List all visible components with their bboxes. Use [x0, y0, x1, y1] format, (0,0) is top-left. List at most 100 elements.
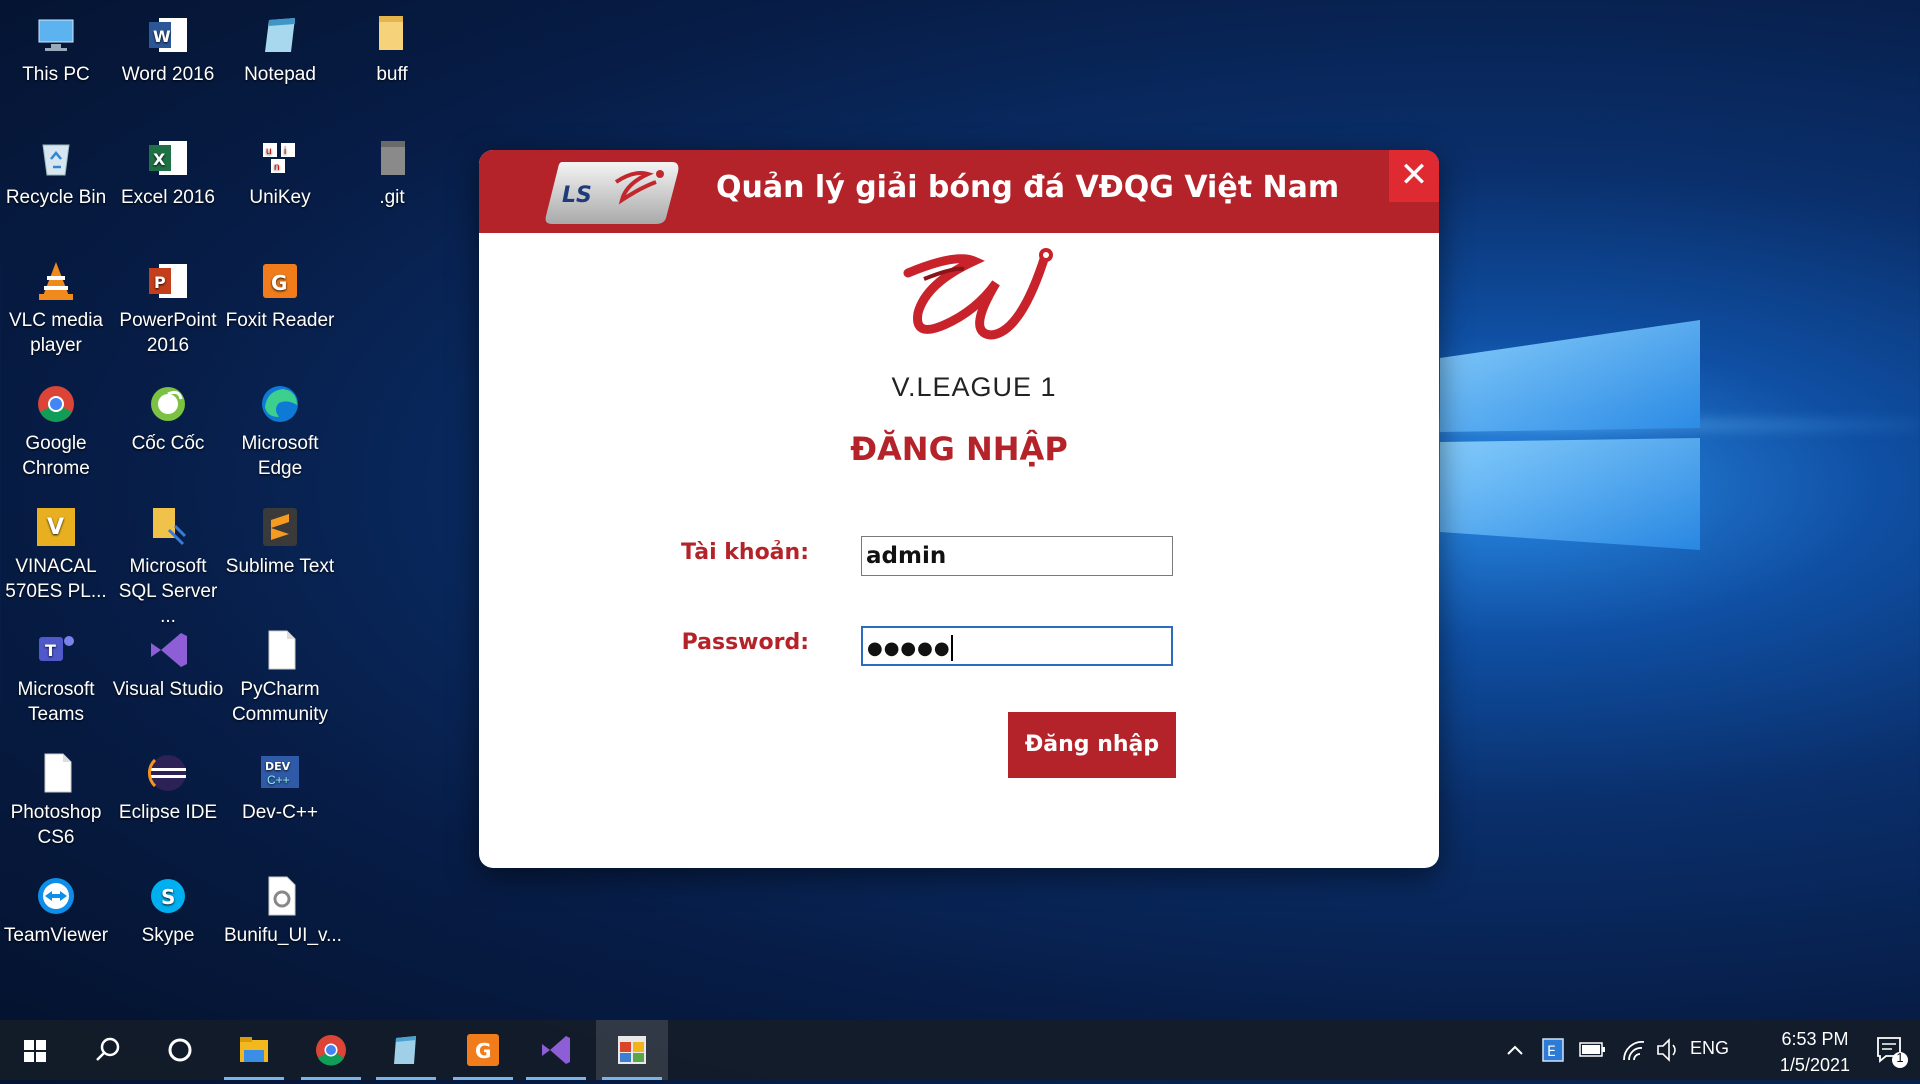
taskbar: G E ENG 6:53 PM 1/5/2021 1	[0, 1020, 1920, 1080]
desktop-icon-dev-c[interactable]: DEV C++ Dev-C++	[224, 740, 336, 825]
file-icon	[33, 750, 79, 796]
desktop-icon-notepad[interactable]: Notepad	[224, 2, 336, 87]
desktop-icon-label: TeamViewer	[3, 925, 109, 946]
close-button[interactable]: ✕	[1389, 150, 1439, 202]
text-caret	[950, 634, 953, 661]
start-button[interactable]	[0, 1020, 72, 1080]
desktop-icon-microsoft-teams[interactable]: T Microsoft Teams	[0, 617, 112, 727]
volume-icon[interactable]	[1652, 1020, 1684, 1080]
login-button[interactable]: Đăng nhập	[1008, 712, 1176, 778]
desktop-icon-label: Photoshop CS6	[10, 802, 102, 848]
desktop-icon-google-chrome[interactable]: Google Chrome	[0, 371, 112, 481]
cortana-button[interactable]	[144, 1020, 216, 1080]
word-icon: W	[145, 12, 191, 58]
windows-start-icon	[24, 1040, 46, 1062]
dialog-title: Quản lý giải bóng đá VĐQG Việt Nam	[716, 170, 1340, 205]
desktop-icon-microsoft-edge[interactable]: Microsoft Edge	[224, 371, 336, 481]
desktop-icon-microsoft-sql-server[interactable]: Microsoft SQL Server ...	[112, 494, 224, 629]
desktop-icon-buff[interactable]: buff	[336, 2, 448, 87]
desktop-icon-label: Microsoft Teams	[17, 679, 95, 725]
desktop-icon-label: UniKey	[249, 187, 311, 208]
desktop-icon-word-2016[interactable]: W Word 2016	[112, 2, 224, 87]
clock-date: 1/5/2021	[1779, 1055, 1850, 1075]
svg-text:S: S	[161, 885, 175, 909]
username-value: admin	[866, 543, 947, 569]
desktop-icon-vinacal-570es-pl[interactable]: V VINACAL 570ES PL...	[0, 494, 112, 604]
notepad-icon	[394, 1036, 416, 1064]
svg-text:DEV: DEV	[265, 760, 291, 773]
desktop-icon-unikey[interactable]: u i n UniKey	[224, 125, 336, 210]
sql-server-icon	[145, 504, 191, 550]
settings-file-icon	[257, 873, 303, 919]
git-folder-icon	[369, 135, 415, 181]
desktop-icon-teamviewer[interactable]: TeamViewer	[0, 863, 112, 948]
file-explorer-icon	[240, 1037, 268, 1062]
desktop-icon-visual-studio[interactable]: Visual Studio	[112, 617, 224, 702]
eclipse-icon	[145, 750, 191, 796]
notification-icon	[1877, 1037, 1908, 1068]
taskbar-running-app[interactable]	[596, 1020, 668, 1080]
desktop-icon-skype[interactable]: S Skype	[112, 863, 224, 948]
unikey-tray-icon[interactable]: E	[1538, 1020, 1568, 1080]
windows-logo-wallpaper	[1430, 320, 1700, 550]
svg-text:C++: C++	[267, 773, 290, 787]
powerpoint-icon: P	[145, 258, 191, 304]
language-indicator[interactable]: ENG	[1690, 1038, 1729, 1059]
desktop-icon-label: Cốc Cốc	[131, 433, 205, 454]
desktop-icon-eclipse-ide[interactable]: Eclipse IDE	[112, 740, 224, 825]
desktop-icon-sublime-text[interactable]: Sublime Text	[224, 494, 336, 579]
skype-icon: S	[145, 873, 191, 919]
taskbar-visual-studio[interactable]	[520, 1020, 592, 1080]
taskbar-chrome[interactable]	[295, 1020, 367, 1080]
desktop-icon-foxit-reader[interactable]: G Foxit Reader	[224, 248, 336, 333]
desktop-icon-powerpoint-2016[interactable]: P PowerPoint 2016	[112, 248, 224, 358]
desktop-icon-label: buff	[376, 64, 408, 85]
desktop-icon-c-c-c-c[interactable]: Cốc Cốc	[112, 371, 224, 456]
edge-icon	[257, 381, 303, 427]
svg-text:T: T	[45, 641, 56, 660]
desktop-icon-label: Sublime Text	[225, 556, 335, 577]
battery-icon[interactable]	[1576, 1020, 1610, 1080]
vinacal-icon: V	[33, 504, 79, 550]
svg-text:E: E	[1547, 1044, 1556, 1060]
svg-text:LS: LS	[562, 183, 592, 208]
chevron-up-icon[interactable]	[1500, 1020, 1530, 1080]
desktop-icon-label: Recycle Bin	[5, 187, 107, 208]
chrome-icon	[316, 1035, 346, 1066]
wifi-icon[interactable]	[1618, 1020, 1650, 1080]
folder-icon	[369, 12, 415, 58]
foxit-icon: G	[257, 258, 303, 304]
desktop-icon-bunifu-ui-v[interactable]: Bunifu_UI_v...	[224, 863, 342, 948]
desktop-icon-this-pc[interactable]: This PC	[0, 2, 112, 87]
action-center-button[interactable]: 1	[1858, 1020, 1920, 1080]
desktop-icon-label: .git	[379, 187, 405, 208]
chrome-icon	[33, 381, 79, 427]
password-input[interactable]: ●●●●●	[861, 626, 1173, 666]
cortana-circle-icon	[168, 1038, 192, 1062]
devcpp-icon: DEV C++	[257, 750, 303, 796]
recycle-bin-icon	[33, 135, 79, 181]
sublime-icon	[257, 504, 303, 550]
clock[interactable]: 6:53 PM 1/5/2021	[1780, 1026, 1850, 1078]
svg-text:G: G	[475, 1039, 491, 1063]
username-input[interactable]: admin	[861, 536, 1173, 576]
desktop-icon-label: Bunifu_UI_v...	[224, 925, 342, 946]
taskbar-file-explorer[interactable]	[218, 1020, 290, 1080]
password-label: Password:	[681, 630, 809, 655]
taskbar-notepad[interactable]	[370, 1020, 442, 1080]
desktop-icon-label: Foxit Reader	[225, 310, 335, 331]
desktop-icon-label: Dev-C++	[241, 802, 319, 823]
desktop-icon-recycle-bin[interactable]: Recycle Bin	[0, 125, 112, 210]
svg-text:G: G	[271, 271, 287, 295]
desktop-icon-photoshop-cs6[interactable]: Photoshop CS6	[0, 740, 112, 850]
desktop-icon-git[interactable]: .git	[336, 125, 448, 210]
excel-icon: X	[145, 135, 191, 181]
svg-text:i: i	[284, 146, 286, 157]
desktop-icon-vlc-media-player[interactable]: VLC media player	[0, 248, 112, 358]
desktop-icon-label: Word 2016	[121, 64, 215, 85]
desktop-icon-pycharm-community[interactable]: PyCharm Community	[224, 617, 336, 727]
search-button[interactable]	[72, 1020, 144, 1080]
desktop-icon-excel-2016[interactable]: X Excel 2016	[112, 125, 224, 210]
taskbar-foxit[interactable]: G	[447, 1020, 519, 1080]
visual-studio-icon	[542, 1036, 570, 1064]
